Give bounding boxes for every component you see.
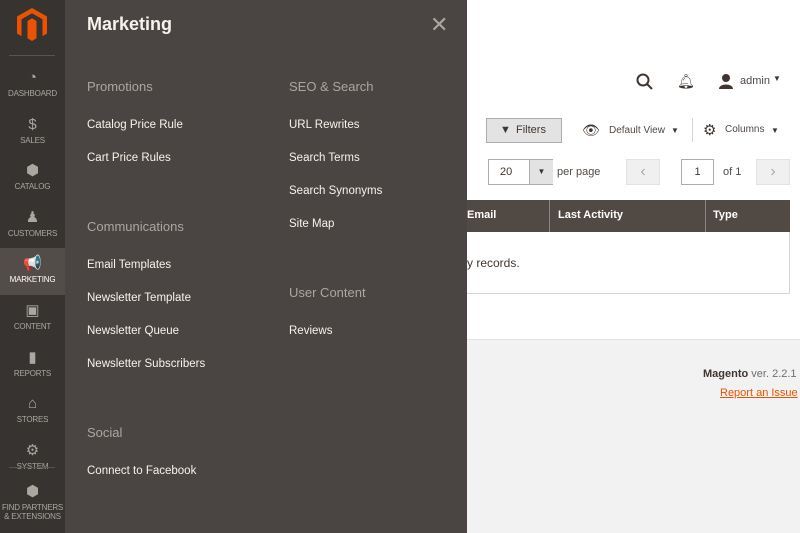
nav-label: FIND PARTNERS bbox=[1, 503, 64, 512]
panel-title: Marketing bbox=[87, 14, 173, 34]
footer-version: Magento ver. 2.2.1 bbox=[703, 368, 797, 380]
layout-icon: ▣ bbox=[25, 302, 40, 319]
heading-promotions: Promotions bbox=[87, 79, 153, 94]
filter-icon: ▼ bbox=[500, 124, 511, 136]
box-icon: ⬢ bbox=[25, 162, 40, 180]
footer-brand: Magento bbox=[703, 368, 749, 380]
nav-catalog[interactable]: ⬢ CATALOG bbox=[0, 155, 65, 202]
dollar-icon: $ bbox=[28, 115, 37, 133]
heading-user-content: User Content bbox=[289, 285, 366, 300]
nav-marketing[interactable]: 📢 MARKETING bbox=[0, 248, 65, 296]
heading-communications: Communications bbox=[87, 219, 184, 234]
gear-icon: ⚙ bbox=[703, 122, 717, 139]
previous-page-button[interactable]: ‹ bbox=[626, 159, 660, 185]
link-newsletter-queue[interactable]: Newsletter Queue bbox=[87, 325, 179, 337]
page-count: of 1 bbox=[723, 166, 742, 178]
report-issue-link[interactable]: Report an Issue bbox=[720, 387, 798, 399]
divider bbox=[9, 55, 55, 56]
nav-find-partners[interactable]: ⬢ FIND PARTNERS & EXTENSIONS bbox=[0, 480, 65, 533]
link-newsletter-template[interactable]: Newsletter Template bbox=[87, 292, 191, 304]
search-icon[interactable] bbox=[636, 73, 654, 91]
link-site-map[interactable]: Site Map bbox=[289, 218, 334, 230]
column-email[interactable]: Email bbox=[467, 209, 496, 221]
gear-icon: ⚙ bbox=[25, 441, 40, 459]
nav-customers[interactable]: ♟ CUSTOMERS bbox=[0, 202, 65, 249]
link-email-templates[interactable]: Email Templates bbox=[87, 259, 171, 271]
grid-header: Email Last Activity Type bbox=[467, 200, 790, 232]
box-icon: ⬢ bbox=[25, 483, 40, 500]
default-view-dropdown[interactable]: Default View bbox=[609, 125, 665, 136]
version-text: ver. 2.2.1 bbox=[748, 368, 797, 380]
per-page-select[interactable]: 20 ▼ bbox=[488, 159, 553, 185]
nav-dashboard[interactable]: ◔ DASHBOARD bbox=[0, 62, 65, 109]
nav-label: DASHBOARD bbox=[8, 89, 57, 98]
divider bbox=[692, 118, 693, 142]
user-icon bbox=[719, 74, 733, 89]
per-page-value: 20 bbox=[500, 166, 513, 178]
nav-label: SALES bbox=[20, 135, 45, 145]
bar-chart-icon: ▮ bbox=[28, 348, 37, 366]
nav-label: & EXTENSIONS bbox=[4, 512, 61, 521]
divider bbox=[9, 467, 55, 468]
nav-label: CONTENT bbox=[13, 322, 52, 331]
column-last-activity[interactable]: Last Activity bbox=[558, 209, 623, 221]
nav-system[interactable]: ⚙SYSTEM bbox=[0, 435, 65, 482]
nav-label: CUSTOMERS bbox=[7, 228, 58, 238]
nav-label: CATALOG bbox=[14, 182, 51, 192]
bell-icon[interactable]: 🔔︎ bbox=[677, 73, 695, 90]
link-catalog-price-rule[interactable]: Catalog Price Rule bbox=[87, 119, 183, 131]
nav-label: MARKETING bbox=[9, 275, 56, 285]
heading-seo-search: SEO & Search bbox=[289, 79, 374, 94]
magento-logo[interactable] bbox=[17, 8, 47, 42]
close-icon[interactable]: ✕ bbox=[430, 12, 448, 38]
per-page-label: per page bbox=[557, 166, 601, 178]
next-page-button[interactable]: › bbox=[756, 159, 790, 185]
store-icon: ⌂ bbox=[27, 395, 38, 413]
empty-message: y records. bbox=[467, 256, 520, 270]
chevron-down-icon: ▼ bbox=[771, 126, 779, 135]
chevron-down-icon: ▼ bbox=[773, 74, 781, 83]
link-newsletter-subscribers[interactable]: Newsletter Subscribers bbox=[87, 358, 205, 370]
filters-label: Filters bbox=[516, 124, 546, 136]
link-url-rewrites[interactable]: URL Rewrites bbox=[289, 119, 360, 131]
grid-body: y records. bbox=[467, 232, 790, 294]
link-search-synonyms[interactable]: Search Synonyms bbox=[289, 185, 382, 197]
nav-label: STORES bbox=[16, 415, 49, 425]
nav-sales[interactable]: $ SALES bbox=[0, 109, 65, 156]
nav-reports[interactable]: ▮ REPORTS bbox=[0, 342, 65, 389]
dashboard-icon: ◔ bbox=[27, 69, 38, 86]
link-cart-price-rules[interactable]: Cart Price Rules bbox=[87, 152, 171, 164]
admin-sidebar: ◔ DASHBOARD $ SALES ⬢ CATALOG ♟ CUSTOMERS 📢 MARKE… bbox=[0, 0, 65, 533]
eye-icon: 👁︎ bbox=[582, 122, 600, 138]
columns-dropdown[interactable]: Columns bbox=[725, 124, 764, 135]
link-reviews[interactable]: Reviews bbox=[289, 325, 332, 337]
nav-stores[interactable]: ⌂ STORES bbox=[0, 388, 65, 435]
marketing-menu-panel: Marketing ✕ Promotions Catalog Price Rul… bbox=[65, 0, 467, 533]
megaphone-icon: 📢 bbox=[23, 255, 42, 273]
chevron-down-icon: ▼ bbox=[671, 126, 679, 135]
page-input[interactable]: 1 bbox=[681, 159, 714, 185]
nav-label: REPORTS bbox=[13, 368, 52, 378]
user-menu[interactable]: admin bbox=[740, 75, 770, 87]
nav-content[interactable]: ▣ CONTENT bbox=[0, 295, 65, 342]
link-connect-to-facebook[interactable]: Connect to Facebook bbox=[87, 465, 196, 477]
filters-button[interactable]: ▼ Filters bbox=[486, 118, 562, 143]
person-icon: ♟ bbox=[25, 208, 40, 226]
column-type[interactable]: Type bbox=[713, 209, 738, 221]
link-search-terms[interactable]: Search Terms bbox=[289, 152, 360, 164]
chevron-down-icon[interactable]: ▼ bbox=[529, 160, 553, 184]
heading-social: Social bbox=[87, 425, 123, 440]
